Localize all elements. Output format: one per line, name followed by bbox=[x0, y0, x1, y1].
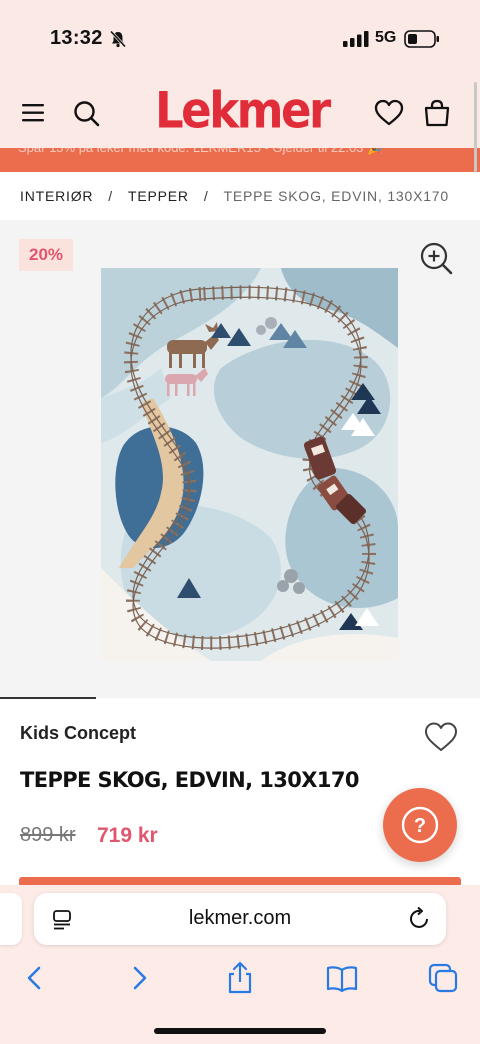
menu-icon[interactable] bbox=[20, 100, 48, 126]
forward-icon[interactable] bbox=[121, 960, 157, 996]
page-menu-icon[interactable] bbox=[52, 909, 74, 931]
breadcrumb: INTERIØR / TEPPER / TEPPE SKOG, EDVIN, 1… bbox=[0, 172, 480, 220]
network-type: 5G bbox=[375, 29, 397, 46]
silent-bell-icon bbox=[109, 30, 127, 48]
tabs-icon[interactable] bbox=[425, 960, 461, 996]
search-icon[interactable] bbox=[72, 99, 102, 129]
breadcrumb-item-rugs[interactable]: TEPPER bbox=[128, 188, 189, 204]
discount-badge: 20% bbox=[19, 239, 73, 271]
share-icon[interactable] bbox=[222, 960, 258, 996]
product-brand[interactable]: Kids Concept bbox=[20, 723, 136, 744]
back-icon[interactable] bbox=[17, 960, 53, 996]
status-time: 13:32 bbox=[50, 27, 103, 49]
breadcrumb-current: TEPPE SKOG, EDVIN, 130X170 bbox=[223, 188, 449, 204]
bookmarks-icon[interactable] bbox=[324, 960, 360, 996]
product-title: TEPPE SKOG, EDVIN, 130X170 bbox=[20, 768, 360, 792]
bag-icon[interactable] bbox=[422, 98, 452, 128]
original-price: 899 kr bbox=[20, 824, 76, 846]
product-image-rug[interactable] bbox=[101, 268, 398, 661]
promo-banner[interactable]: Spar 15% på leker med kode: LEKMER15 - G… bbox=[0, 148, 480, 172]
sale-price: 719 kr bbox=[97, 824, 158, 847]
promo-text: Spar 15% på leker med kode: LEKMER15 - G… bbox=[18, 148, 383, 156]
home-indicator[interactable] bbox=[154, 1028, 326, 1034]
question-circle-icon: ? bbox=[401, 806, 439, 844]
help-chat-button[interactable]: ? bbox=[383, 788, 457, 862]
svg-text:?: ? bbox=[414, 815, 426, 837]
gallery-progress-indicator bbox=[0, 697, 96, 699]
add-to-wishlist-heart-icon[interactable] bbox=[424, 721, 458, 753]
breadcrumb-separator: / bbox=[108, 188, 113, 204]
breadcrumb-item-interior[interactable]: INTERIØR bbox=[20, 188, 93, 204]
previous-tab-preview[interactable] bbox=[0, 893, 22, 945]
battery-icon bbox=[404, 30, 439, 48]
scrollbar[interactable] bbox=[474, 82, 477, 172]
reload-icon[interactable] bbox=[408, 906, 432, 932]
heart-icon[interactable] bbox=[374, 99, 404, 127]
zoom-in-icon[interactable] bbox=[419, 241, 455, 277]
cell-signal-icon bbox=[343, 31, 369, 47]
url-text[interactable]: lekmer.com bbox=[140, 907, 340, 930]
breadcrumb-separator: / bbox=[203, 188, 209, 204]
site-logo[interactable]: Lekmer bbox=[155, 81, 331, 139]
